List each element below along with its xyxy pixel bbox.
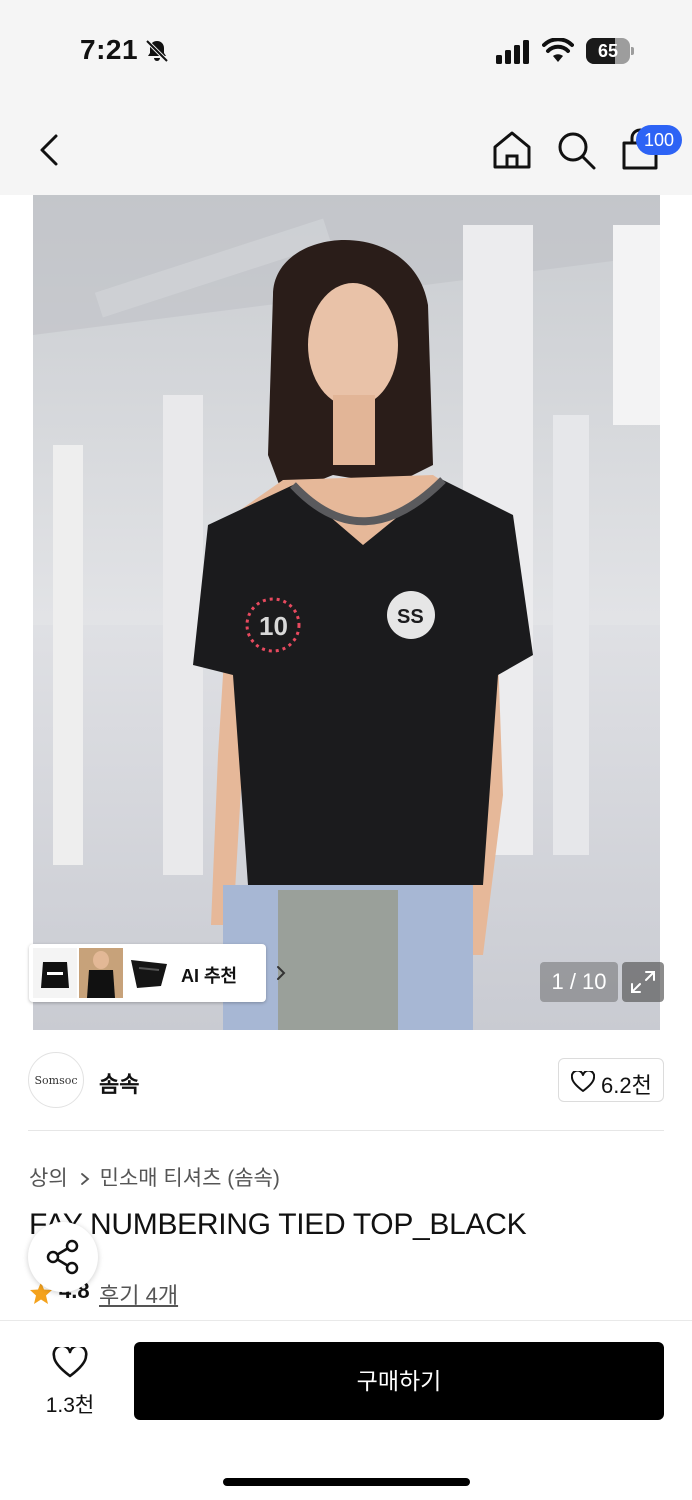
share-icon xyxy=(46,1239,79,1275)
heart-icon xyxy=(52,1347,88,1378)
chevron-right-icon xyxy=(277,966,286,980)
breadcrumb-subcategory[interactable]: 민소매 티셔츠 (솜속) xyxy=(100,1167,280,1190)
wishlist-button[interactable]: 1.3천 xyxy=(30,1347,110,1417)
product-image-gallery[interactable]: 10 SS xyxy=(33,195,660,1030)
wifi-icon xyxy=(542,38,574,62)
top-nav-bar: 100 xyxy=(0,100,692,195)
product-photo: 10 SS xyxy=(33,195,660,1030)
cart-count-badge: 100 xyxy=(636,125,683,155)
heart-icon xyxy=(571,1071,595,1092)
status-bar: 7:21 65 xyxy=(0,0,692,100)
status-time: 7:21 xyxy=(80,34,139,65)
chevron-right-icon xyxy=(80,1173,90,1186)
recommend-thumb-2[interactable] xyxy=(79,948,123,998)
breadcrumb: 상의 민소매 티셔츠 (솜속) xyxy=(29,1162,280,1192)
wishlist-count: 1.3천 xyxy=(45,1394,95,1417)
battery-percent: 65 xyxy=(597,41,619,61)
svg-text:SS: SS xyxy=(397,606,424,628)
expand-icon[interactable] xyxy=(622,962,664,1002)
reviews-link[interactable]: 후기 4개 xyxy=(99,1278,178,1310)
home-icon[interactable] xyxy=(490,128,534,172)
brand-like-count: 6.2천 xyxy=(601,1073,652,1098)
ai-recommend-card[interactable]: AI 추천 xyxy=(29,944,286,1002)
recommend-thumb-3[interactable] xyxy=(127,948,171,998)
breadcrumb-category[interactable]: 상의 xyxy=(29,1167,68,1190)
brand-logo[interactable]: Somsoc xyxy=(28,1052,84,1108)
brand-name[interactable]: 솜속 xyxy=(99,1067,139,1099)
product-title: FAY NUMBERING TIED TOP_BLACK xyxy=(29,1208,527,1241)
home-indicator xyxy=(223,1478,470,1486)
search-icon[interactable] xyxy=(554,128,598,172)
cellular-signal-icon xyxy=(496,40,529,64)
share-button[interactable] xyxy=(28,1222,98,1292)
image-counter: 1 / 10 xyxy=(540,962,618,1002)
back-icon[interactable] xyxy=(30,130,70,170)
purchase-bar: 1.3천 구매하기 xyxy=(0,1320,692,1500)
buy-button[interactable]: 구매하기 xyxy=(134,1342,664,1420)
battery-indicator: 65 xyxy=(586,38,634,64)
divider xyxy=(28,1130,664,1131)
ai-recommend-label: AI 추천 xyxy=(181,966,238,986)
brand-row: Somsoc 솜속 6.2천 xyxy=(0,1030,692,1130)
brand-like-button[interactable]: 6.2천 xyxy=(558,1058,664,1102)
bell-off-icon xyxy=(145,39,169,63)
svg-text:10: 10 xyxy=(259,611,288,641)
recommend-thumb-1[interactable] xyxy=(33,948,77,998)
